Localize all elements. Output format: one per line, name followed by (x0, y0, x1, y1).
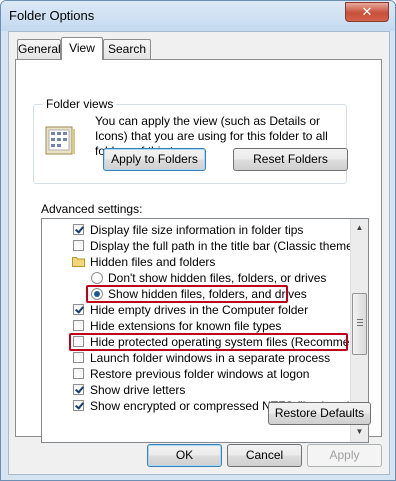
list-item-label: Show drive letters (90, 383, 186, 397)
list-item-label: Don't show hidden files, folders, or dri… (108, 271, 327, 285)
scroll-down-arrow-icon[interactable]: ▼ (351, 423, 368, 440)
cancel-button[interactable]: Cancel (227, 444, 302, 467)
folder-views-group: Folder views You can apply the view (suc… (33, 97, 348, 184)
scroll-up-arrow-icon[interactable]: ▲ (351, 219, 368, 236)
tab-search[interactable]: Search (103, 39, 151, 59)
checkbox[interactable] (73, 368, 84, 379)
highlight-box (86, 285, 288, 303)
checkbox[interactable] (73, 352, 84, 363)
title-bar[interactable]: Folder Options ✕ (1, 1, 395, 31)
list-item-label: Display the full path in the title bar (… (90, 239, 369, 253)
checkbox[interactable] (73, 240, 84, 251)
window-title: Folder Options (9, 8, 95, 23)
list-item-label: Restore previous folder windows at logon (90, 367, 310, 381)
checkbox[interactable] (73, 400, 84, 411)
folder-views-label: Folder views (43, 97, 117, 111)
folder-view-icon (45, 126, 75, 155)
checkbox[interactable] (73, 384, 84, 395)
apply-button[interactable]: Apply (307, 444, 382, 467)
view-tab-panel: Folder views You can apply the view (suc… (15, 59, 382, 443)
tab-view[interactable]: View (61, 37, 103, 60)
restore-defaults-button[interactable]: Restore Defaults (268, 402, 371, 425)
apply-to-folders-button[interactable]: Apply to Folders (103, 148, 206, 171)
close-button[interactable]: ✕ (345, 2, 389, 22)
tab-general[interactable]: General (17, 39, 61, 59)
radio-button[interactable] (91, 272, 103, 284)
reset-folders-button[interactable]: Reset Folders (233, 148, 348, 171)
highlight-box (69, 333, 348, 351)
list-item-label: Hide extensions for known file types (90, 319, 282, 333)
list-item-label: Display file size information in folder … (90, 223, 304, 237)
ok-button[interactable]: OK (147, 444, 222, 467)
checkbox[interactable] (73, 304, 84, 315)
advanced-settings-label: Advanced settings: (41, 202, 143, 216)
folder-icon (72, 257, 85, 267)
checkbox[interactable] (73, 224, 84, 235)
dialog-client: General View Search Folder views You can… (8, 31, 390, 475)
scroll-thumb[interactable] (352, 293, 367, 355)
checkbox[interactable] (73, 320, 84, 331)
list-item-label: Launch folder windows in a separate proc… (90, 351, 331, 365)
folder-options-window: Folder Options ✕ General View Search Fol… (0, 0, 396, 481)
list-item-label: Hide empty drives in the Computer folder (90, 303, 309, 317)
close-icon: ✕ (361, 4, 373, 19)
list-item-label: Hidden files and folders (90, 255, 216, 269)
